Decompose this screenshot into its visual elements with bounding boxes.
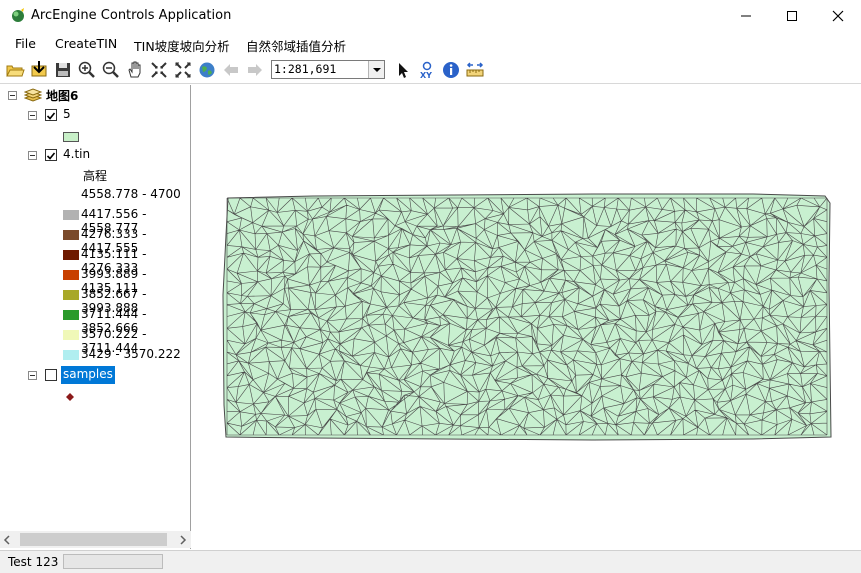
- legend-swatch: [63, 230, 79, 240]
- add-data-icon[interactable]: [29, 60, 49, 80]
- map-name: 地图6: [46, 89, 79, 103]
- layer-tin-field-label: 高程: [83, 169, 108, 183]
- layer-5-name[interactable]: 5: [63, 107, 71, 127]
- map-view[interactable]: [193, 85, 860, 549]
- menu-bar: File CreateTIN TIN坡度坡向分析 自然邻域插值分析: [0, 31, 861, 56]
- status-progress-bar: [63, 554, 163, 569]
- legend-swatch: [63, 190, 79, 200]
- menu-natural-neighbor[interactable]: 自然邻域插值分析: [246, 36, 346, 55]
- tin-map-canvas[interactable]: [193, 85, 860, 549]
- window-title: ArcEngine Controls Application: [31, 8, 232, 23]
- identify-icon[interactable]: [441, 60, 461, 80]
- legend-swatch: [63, 290, 79, 300]
- toolbar: XY: [0, 56, 861, 84]
- back-arrow-icon[interactable]: [221, 60, 241, 80]
- map-collapse-toggle[interactable]: [8, 91, 17, 100]
- maximize-button[interactable]: [769, 0, 815, 31]
- layer-samples-name[interactable]: samples: [61, 366, 115, 384]
- measure-icon[interactable]: [465, 60, 485, 80]
- select-arrow-icon[interactable]: [393, 60, 413, 80]
- table-of-contents: 地图6 5 4.tin 高程 4558.778 - 4700 4417.556 …: [0, 85, 191, 549]
- map-scale-combobox[interactable]: 1:281,691: [271, 60, 385, 79]
- zoom-in-icon[interactable]: [77, 60, 97, 80]
- menu-file[interactable]: File: [15, 36, 36, 51]
- scroll-right-icon[interactable]: [178, 535, 188, 545]
- minimize-icon: [741, 15, 751, 16]
- save-icon[interactable]: [53, 60, 73, 80]
- pan-hand-icon[interactable]: [125, 60, 145, 80]
- toc-horizontal-scrollbar[interactable]: [0, 531, 191, 548]
- layer-5-checkbox[interactable]: [45, 109, 57, 121]
- go-to-xy-icon[interactable]: XY: [417, 60, 437, 80]
- title-bar: ArcEngine Controls Application: [0, 0, 861, 31]
- scrollbar-thumb[interactable]: [20, 533, 167, 546]
- legend-swatch: [63, 270, 79, 280]
- maximize-icon: [787, 10, 797, 21]
- zoom-out-icon[interactable]: [101, 60, 121, 80]
- layer-samples-checkbox[interactable]: [45, 369, 57, 381]
- legend-swatch: [63, 210, 79, 220]
- full-extent-globe-icon[interactable]: [197, 60, 217, 80]
- layer-samples-collapse-toggle[interactable]: [28, 371, 37, 380]
- sample-point-marker-icon: [66, 393, 74, 401]
- map-scale-value: 1:281,691: [274, 62, 337, 76]
- status-text: Test 123: [8, 555, 59, 569]
- legend-label: 3429 - 3570.222: [81, 347, 181, 361]
- legend-swatch: [63, 330, 79, 340]
- legend-swatch: [63, 350, 79, 360]
- legend-label: 4558.778 - 4700: [81, 187, 181, 201]
- layer-tin-collapse-toggle[interactable]: [28, 151, 37, 160]
- legend-swatch: [63, 310, 79, 320]
- menu-tin-slope-aspect[interactable]: TIN坡度坡向分析: [134, 36, 230, 55]
- chevron-down-icon: [373, 68, 381, 72]
- status-bar: Test 123: [0, 550, 861, 573]
- layer-5-collapse-toggle[interactable]: [28, 111, 37, 120]
- layer-tin-checkbox[interactable]: [45, 149, 57, 161]
- minimize-button[interactable]: [723, 0, 769, 31]
- layer-5-symbol: [63, 132, 79, 142]
- checkmark-icon: [46, 152, 56, 160]
- layer-tin-name[interactable]: 4.tin: [63, 147, 90, 167]
- scale-dropdown-button[interactable]: [368, 61, 384, 78]
- layers-stack-icon: [24, 88, 42, 102]
- app-globe-icon: [12, 8, 24, 22]
- close-button[interactable]: [815, 0, 861, 31]
- checkmark-icon: [46, 112, 56, 120]
- menu-createtin[interactable]: CreateTIN: [55, 36, 117, 51]
- forward-arrow-icon[interactable]: [245, 60, 265, 80]
- close-icon: [832, 10, 844, 21]
- scroll-left-icon[interactable]: [2, 535, 12, 545]
- svg-text:XY: XY: [420, 71, 432, 80]
- fixed-zoom-out-icon[interactable]: [173, 60, 193, 80]
- legend-swatch: [63, 250, 79, 260]
- fixed-zoom-in-icon[interactable]: [149, 60, 169, 80]
- open-folder-icon[interactable]: [5, 60, 25, 80]
